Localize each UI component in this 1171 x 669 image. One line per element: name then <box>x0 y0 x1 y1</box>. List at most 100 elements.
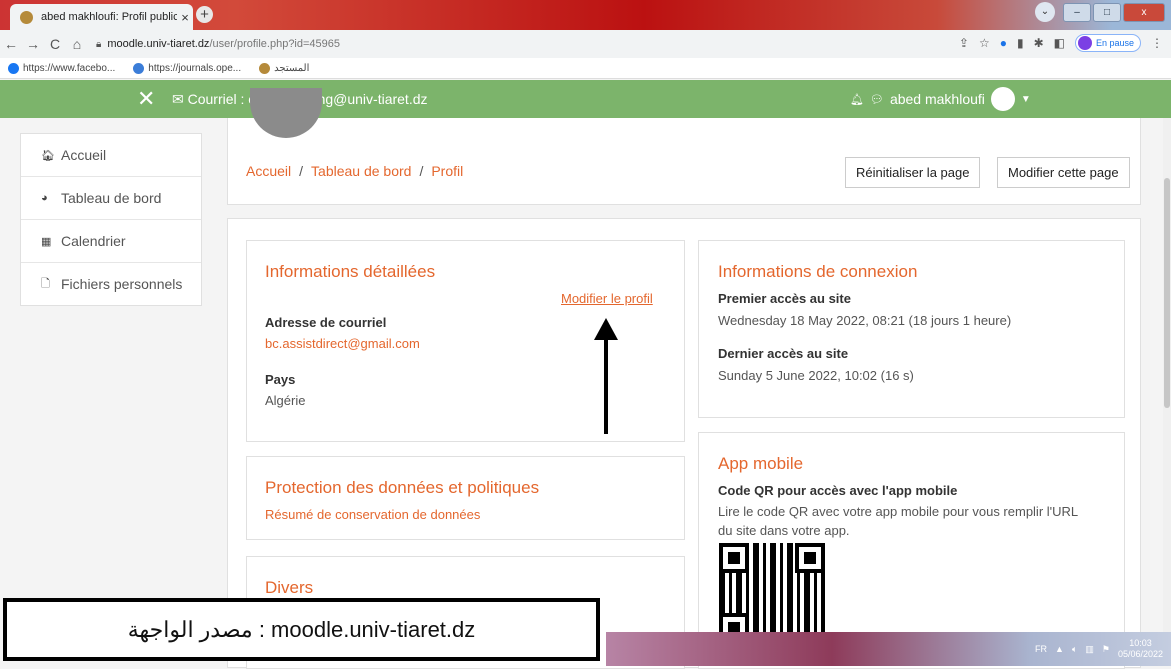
url-field[interactable]: 🔒︎ moodle.univ-tiaret.dz/user/profile.ph… <box>96 38 340 50</box>
edit-profile-link[interactable]: Modifier le profil <box>561 291 653 306</box>
file-icon: 🗋 <box>41 277 50 290</box>
page-scrollbar[interactable] <box>1163 118 1171 666</box>
bookmark-journals[interactable]: https://journals.ope... <box>133 62 242 74</box>
login-card: Informations de connexion Premier accès … <box>698 240 1125 418</box>
clock[interactable]: 10:03 05/06/2022 <box>1118 638 1163 660</box>
bookmark-star-icon[interactable]: ☆ <box>979 36 990 50</box>
mobile-title: App mobile <box>718 454 804 473</box>
source-caption: مصدر الواجهة : moodle.univ-tiaret.dz <box>3 598 600 661</box>
journals-icon <box>133 62 145 74</box>
user-name: abed makhloufi <box>889 91 985 107</box>
profile-picture <box>250 88 322 138</box>
reset-page-button[interactable]: Réinitialiser la page <box>845 157 981 188</box>
data-retention-link[interactable]: Résumé de conservation de données <box>265 507 480 522</box>
toolbar-right: ⇪ ☆ ● ▮ ✱ ◧ En pause ⋮ <box>959 34 1163 52</box>
tab-close-icon[interactable]: × <box>177 10 193 25</box>
window-controls: ⌄ – □ x <box>1035 2 1165 22</box>
url-host: moodle.univ-tiaret.dz <box>107 38 210 50</box>
tray-arrow-icon[interactable]: ▲ <box>1055 644 1064 654</box>
envelope-icon: ✉︎ <box>172 91 184 107</box>
privacy-title: Protection des données et politiques <box>265 478 540 497</box>
edit-page-button[interactable]: Modifier cette page <box>997 157 1130 188</box>
reload-icon[interactable]: C <box>44 36 66 52</box>
site-favicon-icon <box>20 10 33 24</box>
tab-search-icon[interactable]: ⌄ <box>1035 2 1055 22</box>
browser-tab[interactable]: abed makhloufi: Profil public × <box>10 4 193 30</box>
breadcrumb-tableau-de-bord[interactable]: Tableau de bord <box>311 163 411 179</box>
privacy-card: Protection des données et politiques Rés… <box>246 456 685 540</box>
country-value: Algérie <box>265 393 306 408</box>
menu-icon[interactable]: ⋮ <box>1151 36 1163 50</box>
user-avatar <box>990 87 1015 111</box>
volume-icon[interactable]: 🔈︎ <box>1072 644 1077 655</box>
sidebar-item-accueil[interactable]: 🏠︎ Accueil <box>21 134 201 177</box>
sidebar-item-label: Tableau de bord <box>61 190 162 206</box>
sidebar-item-fichiers-personnels[interactable]: 🗋 Fichiers personnels <box>21 263 201 305</box>
forward-icon[interactable]: → <box>22 36 44 52</box>
extension-icon[interactable]: ▮ <box>1017 36 1024 50</box>
sidepanel-icon[interactable]: ◧ <box>1054 36 1065 50</box>
caret-down-icon[interactable]: ▼ <box>1021 94 1031 105</box>
bell-icon[interactable]: 🔔︎ <box>850 93 864 106</box>
scrollbar-thumb[interactable] <box>1164 178 1170 408</box>
first-access-value: Wednesday 18 May 2022, 08:21 (18 jours 1… <box>718 313 1012 328</box>
country-label: Pays <box>265 372 296 387</box>
qr-text: Lire le code QR avec votre app mobile po… <box>718 504 1078 538</box>
share-icon[interactable]: ⇪ <box>959 36 969 50</box>
qr-finder-pattern <box>795 543 825 573</box>
bookmark-label: المستجد <box>274 62 310 74</box>
clock-date: 05/06/2022 <box>1117 649 1163 659</box>
tab-title: abed makhloufi: Profil public <box>41 11 177 23</box>
network-icon[interactable]: ▥ <box>1085 644 1094 655</box>
last-access-value: Sunday 5 June 2022, 10:02 (16 s) <box>718 368 914 383</box>
email-value[interactable]: bc.assistdirect@gmail.com <box>265 336 420 351</box>
close-window-button[interactable]: x <box>1123 2 1165 22</box>
windows-taskbar: FR ▲ 🔈︎ ▥ ⚑ 10:03 05/06/2022 <box>606 632 1171 666</box>
puzzle-icon[interactable]: ✱ <box>1034 36 1044 50</box>
breadcrumb-separator: / <box>299 163 304 179</box>
dashboard-icon: ◕ <box>41 192 48 204</box>
breadcrumb: Accueil / Tableau de bord / Profil <box>246 163 463 179</box>
chat-icon[interactable]: 💬︎ <box>870 93 884 106</box>
user-menu[interactable]: 🔔︎ 💬︎ abed makhloufi ▼ <box>850 87 1031 111</box>
email-label: Adresse de courriel <box>265 315 387 330</box>
back-icon[interactable]: ← <box>0 36 22 52</box>
nav-drawer: 🏠︎ Accueil ◕ Tableau de bord ▦ Calendrie… <box>20 133 202 306</box>
maximize-button[interactable]: □ <box>1093 2 1121 22</box>
moodle-navbar: ✕ ✉︎ Courriel : ens-elearning@univ-tiare… <box>0 80 1171 118</box>
last-access-label: Dernier accès au site <box>718 346 849 361</box>
breadcrumb-profil[interactable]: Profil <box>431 163 463 179</box>
lock-icon: 🔒︎ <box>96 38 102 50</box>
arrow-shaft <box>604 328 608 434</box>
page-header: Accueil / Tableau de bord / Profil Réinitial… <box>227 88 1141 205</box>
url-path: /user/profile.php?id=45965 <box>209 38 341 50</box>
minimize-button[interactable]: – <box>1063 2 1091 22</box>
bookmark-arabic[interactable]: المستجد <box>259 62 310 74</box>
qr-finder-pattern <box>719 543 749 573</box>
bookmark-label: https://journals.ope... <box>148 62 242 74</box>
clock-time: 10:03 <box>1129 638 1152 648</box>
flag-icon[interactable]: ⚑ <box>1102 644 1110 655</box>
address-bar: ← → C ⌂ 🔒︎ moodle.univ-tiaret.dz/user/pr… <box>0 30 1171 58</box>
extension-icon[interactable]: ● <box>1000 36 1007 50</box>
breadcrumb-accueil[interactable]: Accueil <box>246 163 291 179</box>
details-card: Informations détaillées Modifier le prof… <box>246 240 685 442</box>
sidebar-item-label: Calendrier <box>61 233 126 249</box>
system-tray: FR ▲ 🔈︎ ▥ ⚑ 10:03 05/06/2022 <box>1035 638 1163 660</box>
home-icon[interactable]: ⌂ <box>66 36 88 52</box>
calendar-icon: ▦ <box>41 235 52 248</box>
browser-tab-bar: abed makhloufi: Profil public × + ⌄ – □ … <box>0 0 1171 30</box>
close-drawer-icon[interactable]: ✕ <box>137 86 155 112</box>
first-access-label: Premier accès au site <box>718 291 851 306</box>
sidebar-item-tableau-de-bord[interactable]: ◕ Tableau de bord <box>21 177 201 220</box>
sidebar-item-label: Accueil <box>61 147 107 163</box>
new-tab-button[interactable]: + <box>196 6 213 23</box>
site-icon <box>259 62 271 74</box>
profile-button[interactable]: En pause <box>1074 34 1141 52</box>
annotation-arrow <box>594 318 618 434</box>
sidebar-item-calendrier[interactable]: ▦ Calendrier <box>21 220 201 263</box>
bookmark-facebook[interactable]: https://www.facebo... <box>8 62 115 74</box>
bookmarks-bar: https://www.facebo... https://journals.o… <box>0 58 1171 79</box>
qr-code <box>719 543 825 643</box>
language-indicator[interactable]: FR <box>1035 644 1047 654</box>
